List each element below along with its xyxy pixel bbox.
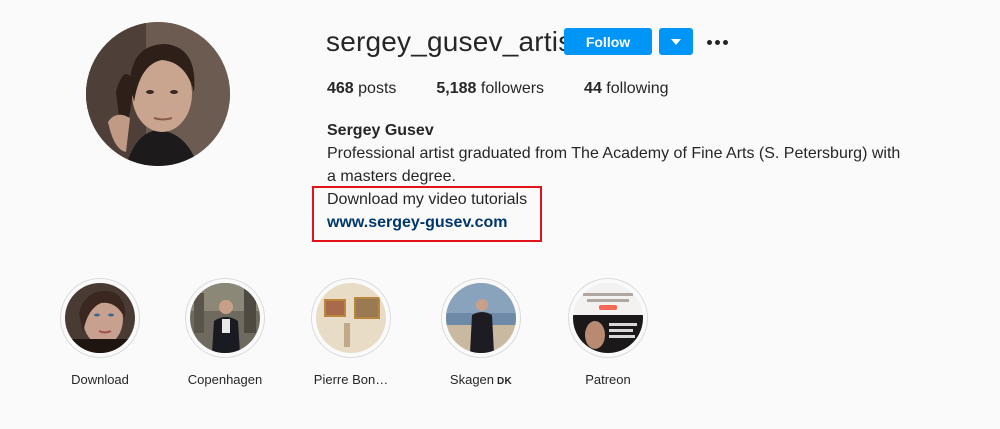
following-stat[interactable]: 44 following bbox=[584, 80, 669, 98]
country-code: DK bbox=[497, 376, 513, 387]
highlight-ring bbox=[185, 278, 265, 358]
highlight-thumbnail bbox=[446, 283, 516, 353]
story-highlight[interactable]: Pierre Bon… bbox=[296, 278, 406, 387]
highlight-label: Download bbox=[71, 372, 129, 387]
highlight-ring bbox=[568, 278, 648, 358]
posts-count: 468 bbox=[327, 80, 354, 97]
highlight-label: Skagen DK bbox=[426, 372, 536, 387]
highlight-thumbnail bbox=[65, 283, 135, 353]
more-dot-icon bbox=[714, 39, 720, 45]
followers-stat[interactable]: 5,188 followers bbox=[436, 80, 544, 98]
suggested-dropdown-button[interactable] bbox=[659, 28, 693, 55]
highlight-thumbnail bbox=[190, 283, 260, 353]
highlight-ring bbox=[311, 278, 391, 358]
highlight-label: Pierre Bon… bbox=[313, 372, 389, 387]
highlight-thumbnail bbox=[573, 283, 643, 353]
highlight-label: Copenhagen bbox=[187, 372, 263, 387]
highlight-thumbnail bbox=[316, 283, 386, 353]
story-highlight[interactable]: Skagen DK bbox=[426, 278, 536, 387]
highlight-ring bbox=[441, 278, 521, 358]
follow-button[interactable]: Follow bbox=[564, 28, 652, 55]
following-count: 44 bbox=[584, 80, 602, 97]
annotation-highlight-box bbox=[312, 186, 542, 242]
story-highlight[interactable]: Patreon bbox=[553, 278, 663, 387]
profile-username: sergey_gusev_artist bbox=[326, 26, 581, 57]
more-options-button[interactable] bbox=[704, 30, 730, 54]
story-highlight[interactable]: Copenhagen bbox=[170, 278, 280, 387]
followers-count: 5,188 bbox=[436, 80, 477, 97]
profile-stats: 468 posts 5,188 followers 44 following bbox=[327, 80, 709, 98]
posts-stat: 468 posts bbox=[327, 80, 396, 98]
highlight-label: Patreon bbox=[585, 372, 631, 387]
more-dot-icon bbox=[706, 39, 712, 45]
highlight-ring bbox=[60, 278, 140, 358]
story-highlight[interactable]: Download bbox=[45, 278, 155, 387]
profile-full-name: Sergey Gusev bbox=[327, 122, 434, 139]
following-label: following bbox=[606, 80, 669, 97]
more-dot-icon bbox=[722, 39, 728, 45]
posts-label: posts bbox=[358, 80, 397, 97]
bio-description: Professional artist graduated from The A… bbox=[327, 145, 901, 185]
profile-avatar[interactable] bbox=[86, 22, 230, 166]
followers-label: followers bbox=[480, 80, 545, 97]
highlight-label-text: Skagen bbox=[449, 372, 495, 387]
caret-down-icon bbox=[671, 38, 681, 45]
avatar-image bbox=[86, 22, 230, 166]
